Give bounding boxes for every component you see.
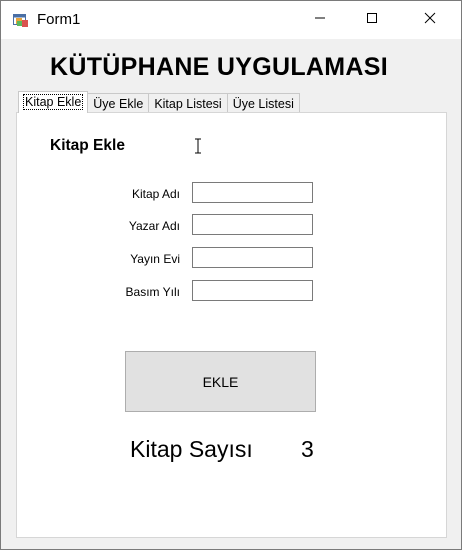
title-bar[interactable]: Form1: [1, 1, 461, 39]
ekle-button[interactable]: EKLE: [125, 351, 316, 412]
kitap-sayisi-value: 3: [301, 436, 314, 462]
tab-strip: Kitap Ekle Üye Ekle Kitap Listesi Üye Li…: [18, 91, 300, 113]
client-area: KÜTÜPHANE UYGULAMASI Kitap Ekle Üye Ekle…: [1, 39, 461, 549]
tab-label: Kitap Listesi: [154, 97, 222, 111]
tab-uye-listesi[interactable]: Üye Listesi: [226, 93, 300, 113]
tab-label: Üye Ekle: [93, 97, 144, 111]
tab-label: Kitap Ekle: [22, 94, 84, 110]
tab-label: Üye Listesi: [232, 97, 294, 111]
yayin-evi-input[interactable]: [192, 247, 313, 268]
section-title: Kitap Ekle: [50, 137, 125, 154]
basim-yili-input[interactable]: [192, 280, 313, 301]
window-title: Form1: [37, 11, 81, 28]
text-cursor-icon: [193, 138, 203, 154]
yazar-adi-input[interactable]: [192, 214, 313, 235]
maximize-icon: [366, 11, 378, 29]
close-button[interactable]: [407, 1, 453, 39]
tab-uye-ekle[interactable]: Üye Ekle: [87, 93, 150, 113]
tab-page-kitap-ekle: Kitap Ekle Kitap Adı Yazar Adı Yayın Evi…: [16, 112, 447, 538]
maximize-button[interactable]: [349, 1, 395, 39]
tab-kitap-listesi[interactable]: Kitap Listesi: [148, 93, 228, 113]
kitap-sayisi-label: Kitap Sayısı: [130, 436, 253, 462]
basim-yili-label: Basım Yılı: [125, 285, 180, 299]
app-heading: KÜTÜPHANE UYGULAMASI: [50, 53, 388, 81]
kitap-adi-input[interactable]: [192, 182, 313, 203]
minimize-icon: [314, 11, 326, 29]
yayin-evi-label: Yayın Evi: [130, 252, 180, 266]
app-window: Form1 KÜTÜPHANE UYGULAMASI Kitap Ekle Üy…: [0, 0, 462, 550]
app-form-icon: [13, 12, 29, 28]
minimize-button[interactable]: [297, 1, 343, 39]
kitap-adi-label: Kitap Adı: [131, 187, 180, 201]
close-icon: [424, 11, 436, 29]
tab-kitap-ekle[interactable]: Kitap Ekle: [18, 91, 89, 113]
yazar-adi-label: Yazar Adı: [128, 219, 180, 233]
